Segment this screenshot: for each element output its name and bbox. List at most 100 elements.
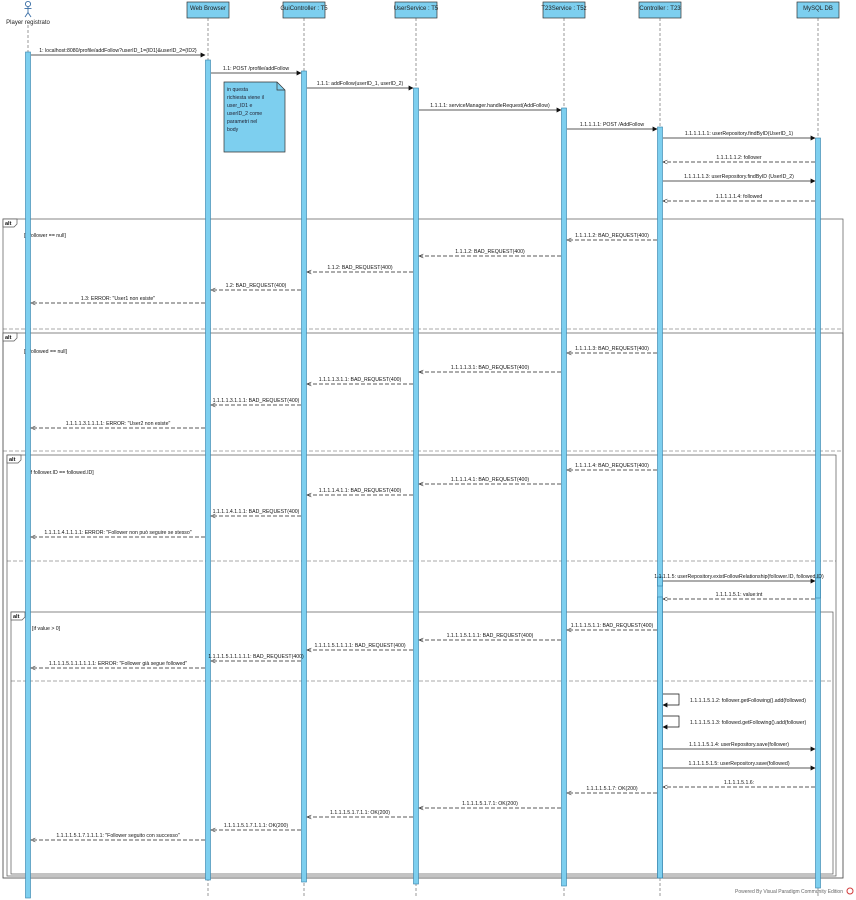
message-25: 1.1.1.1.5: userRepository.existFollowRel… [654,574,824,584]
note-line: body [227,127,239,133]
message-label: 1.1.1.1.4: BAD_REQUEST(400) [575,463,649,469]
message-37: 1.1.1.1.5.1.7: OK(200) [567,786,657,793]
message-label: 1.1.1.1.5.1.2: follower.getFollowing().a… [690,698,806,704]
actor-leg-right [27,12,32,18]
message-label: 1.1.1: addFollow(userID_1, userID_2) [317,81,404,87]
self-message-arrow [662,715,680,730]
lifeline-header-wb: Web Browser [186,1,230,19]
message-30: 1.1.1.1.5.1.1.1.1.1: BAD_REQUEST(400) [208,654,304,661]
message-31: 1.1.1.1.5.1.1.1.1.1.1: ERROR: "Follower … [31,661,205,668]
message-label: 1.1.1.1.1.1: userRepository.findByID(Use… [685,131,794,137]
lifeline-label: Web Browser [190,6,226,12]
message-32: 1.1.1.1.5.1.2: follower.getFollowing().a… [662,693,806,708]
lifeline-label: GuiController : T5 [280,6,328,12]
message-label: 1.1.1.1.1.2: follower [716,155,762,161]
message-23: 1.1.1.1.4.1.1.1: BAD_REQUEST(400) [211,509,301,516]
activation-bar [413,87,419,885]
message-41: 1.1.1.1.5.1.7.1.1.1.1: "Follower seguito… [31,833,205,840]
activation-bar [205,59,211,881]
message-label: 1.1.1.1.4.1.1.1.1: ERROR: "Follower non … [44,530,191,536]
message-label: 1.2: BAD_REQUEST(400) [226,283,287,289]
fragment-border [2,218,844,879]
note-box: in questa richiesta viene il user_ID1 e use… [223,81,286,153]
actor-player-registrato: Player registrato [6,0,51,26]
message-label: 1.1.1.1.3.1.1.1: BAD_REQUEST(400) [213,398,300,404]
fragment-border [2,332,844,879]
message-8: 1.1.1.1.1.3: userRepository.findByID (Us… [663,174,816,184]
message-16: 1.1.1.1.3.1: BAD_REQUEST(400) [419,365,561,372]
message-label: 1.1.1.1.2: BAD_REQUEST(400) [575,233,649,239]
fragment-operator: alt [5,221,12,227]
note-line: parametri nel [227,119,257,125]
self-message-arrow [662,693,680,708]
lifeline-header-db: MySQL DB [796,1,840,19]
activation-bar [561,107,567,887]
message-40: 1.1.1.1.5.1.7.1.1.1: OK(200) [211,823,301,830]
note-line: userID_2 come [227,111,262,117]
message-33: 1.1.1.1.5.1.3: followed.getFollowing().a… [662,715,806,730]
sequence-diagram: alt[if follower == null]alt[if followed … [2,0,854,899]
message-5: 1.1.1.1.1: POST /AddFollow [567,122,658,132]
message-18: 1.1.1.1.3.1.1.1: BAD_REQUEST(400) [211,398,301,405]
message-9: 1.1.1.1.1.4: followed [663,194,815,201]
activation-bar [657,596,663,879]
actor-label: Player registrato [6,20,50,26]
message-4: 1.1.1.1: serviceManager.handleRequest(Ad… [419,103,562,113]
message-19: 1.1.1.1.3.1.1.1.1: ERROR: "User2 non esi… [31,421,205,428]
message-label: 1.1.1.1.1.3: userRepository.findByID (Us… [684,174,794,180]
message-1: 1: localhost:8080/profile/addFollow?user… [31,48,206,58]
fragment-operator: alt [5,335,12,341]
message-28: 1.1.1.1.5.1.1.1: BAD_REQUEST(400) [419,633,561,640]
lifeline-header-gc: GuiController : T5 [280,1,328,19]
message-label: 1.1.1.1: serviceManager.handleRequest(Ad… [430,103,550,109]
message-label: 1.1.1.1.1.4: followed [716,194,763,200]
message-label: 1.1.1.1.5: userRepository.existFollowRel… [654,574,824,580]
message-label: 1.1: POST /profile/addFollow [223,66,289,72]
message-14: 1.3: ERROR: "User1 non esiste" [31,296,205,303]
actor-leg-left [24,12,29,18]
message-34: 1.1.1.1.5.1.4: userRepository.save(follo… [663,742,816,752]
lifeline-label: UserService : T5 [394,6,439,12]
message-label: 1.1.1.1.4.1: BAD_REQUEST(400) [451,477,529,483]
fragment-operator: alt [9,457,16,463]
message-24: 1.1.1.1.4.1.1.1.1: ERROR: "Follower non … [31,530,205,537]
lifeline-header-ctl: Controller : T23 [638,1,682,19]
note-line: in questa [227,87,248,93]
message-label: 1.1.1.1.4.1.1: BAD_REQUEST(400) [319,488,402,494]
message-label: 1.3: ERROR: "User1 non esiste" [81,296,155,302]
message-label: 1.1.2: BAD_REQUEST(400) [327,265,392,271]
message-27: 1.1.1.1.5.1.1: BAD_REQUEST(400) [567,623,657,630]
message-label: 1.1.1.2: BAD_REQUEST(400) [455,249,525,255]
alt-fragment-1: alt[if follower == null] [2,218,844,879]
message-label: 1.1.1.1.5.1.1.1.1.1: BAD_REQUEST(400) [208,654,304,660]
message-label: 1.1.1.1.3: BAD_REQUEST(400) [575,346,649,352]
message-label: 1.1.1.1.3.1: BAD_REQUEST(400) [451,365,529,371]
activation-bar [25,51,31,899]
message-label: 1.1.1.1.5.1.3: followed.getFollowing().a… [690,720,806,726]
message-15: 1.1.1.1.3: BAD_REQUEST(400) [567,346,657,353]
message-label: 1.1.1.1.5.1.6: [724,780,754,786]
message-2: 1.1: POST /profile/addFollow [211,66,302,76]
footer: Powered By Visual Paradigm Community Edi… [735,887,854,895]
message-label: 1.1.1.1.4.1.1.1: BAD_REQUEST(400) [213,509,300,515]
message-label: 1.1.1.1.1: POST /AddFollow [580,122,644,128]
message-label: 1.1.1.1.5.1.1: BAD_REQUEST(400) [571,623,654,629]
message-10: 1.1.1.1.2: BAD_REQUEST(400) [567,233,657,240]
message-13: 1.2: BAD_REQUEST(400) [211,283,301,290]
alt-fragment-2: alt[if followed == null] [2,332,844,879]
message-7: 1.1.1.1.1.2: follower [663,155,815,162]
message-label: 1.1.1.1.5.1.7.1: OK(200) [462,801,518,807]
message-label: 1.1.1.1.5.1.7.1.1.1.1: "Follower seguito… [56,833,180,839]
message-label: 1.1.1.1.3.1.1: BAD_REQUEST(400) [319,377,402,383]
lifeline-label: MySQL DB [803,6,833,12]
note-line: richiesta viene il [227,95,264,101]
actor-head-icon [24,0,32,8]
lifeline-label: T23Service : T5z [541,6,586,12]
message-label: 1.1.1.1.3.1.1.1.1: ERROR: "User2 non esi… [66,421,171,427]
lifeline-header-t23: T23Service : T5z [541,1,587,19]
lifeline-label: Controller : T23 [639,6,681,12]
message-17: 1.1.1.1.3.1.1: BAD_REQUEST(400) [307,377,413,384]
message-6: 1.1.1.1.1.1: userRepository.findByID(Use… [663,131,816,141]
message-label: 1.1.1.1.5.1.5: userRepository.save(follo… [688,761,789,767]
message-label: 1.1.1.1.5.1.1.1: BAD_REQUEST(400) [447,633,534,639]
